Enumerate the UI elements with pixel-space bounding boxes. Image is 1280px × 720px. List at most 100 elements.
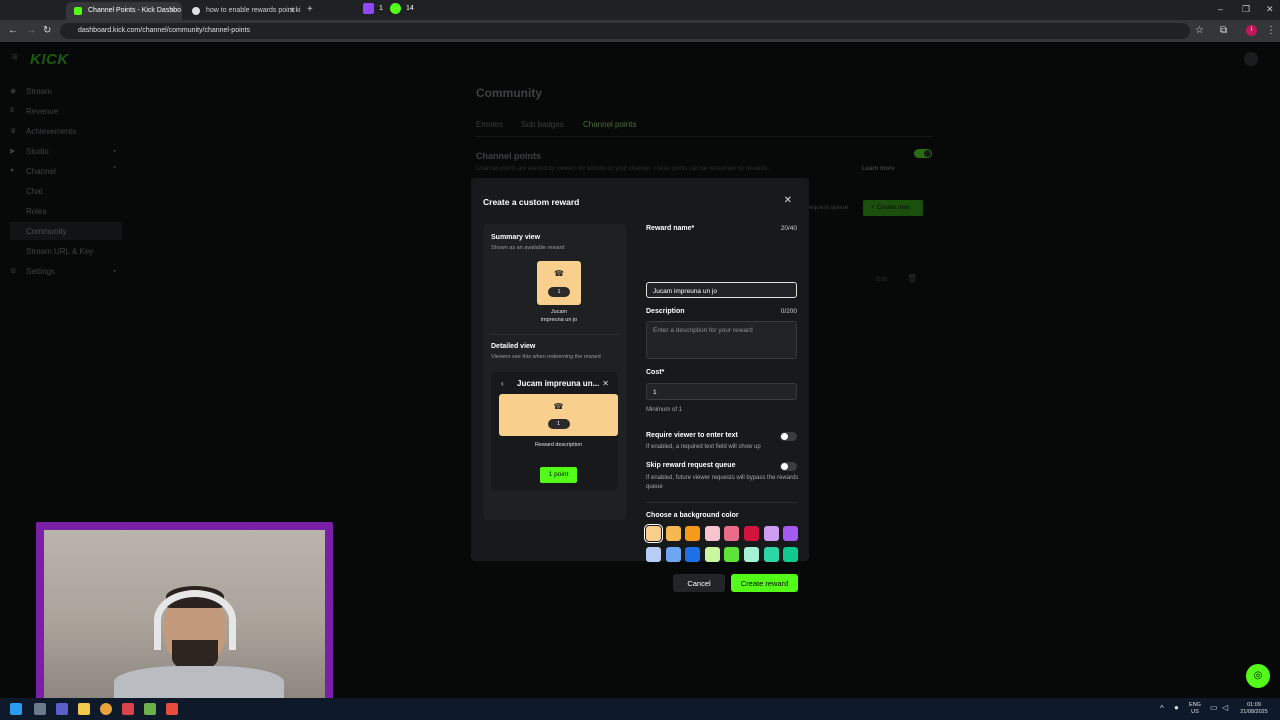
clock[interactable]: 01:09 21/08/2025 [1236, 702, 1272, 716]
kick-favicon-icon [74, 7, 82, 15]
color-swatch[interactable] [646, 547, 661, 562]
tab-channel-points[interactable]: Channel points [583, 120, 636, 129]
cost-input[interactable]: 1 [646, 383, 797, 400]
summary-view-title: Summary view [491, 234, 541, 241]
sidebar-item-studio[interactable]: ▶ Studio ⌄ [10, 142, 122, 160]
color-swatch[interactable] [644, 524, 663, 543]
detail-reward-tile: ☎ 1 [499, 394, 618, 436]
sidebar-item-achievements[interactable]: ♛ Achievements [10, 122, 122, 140]
close-icon[interactable]: ✕ [784, 195, 792, 206]
reload-icon[interactable]: ↻ [43, 25, 51, 36]
sidebar-item-chat[interactable]: Chat [10, 182, 122, 200]
sidebar-item-community[interactable]: Community [10, 222, 122, 240]
sidebar-item-roles[interactable]: Roles [10, 202, 122, 220]
channel-points-toggle[interactable] [914, 149, 932, 158]
color-swatch[interactable] [665, 526, 681, 541]
sidebar-item-stream[interactable]: ◉ Stream [10, 82, 122, 100]
search-icon[interactable] [34, 703, 46, 715]
color-swatch[interactable] [685, 547, 701, 562]
kick-extension-icon[interactable] [390, 3, 401, 14]
learn-more-link[interactable]: Learn more [862, 166, 895, 172]
tab-google-search[interactable]: how to enable rewards point ki ✕ [184, 2, 302, 20]
chevron-up-icon: ⌃ [111, 165, 118, 174]
chrome-icon[interactable] [100, 703, 112, 715]
color-swatch[interactable] [724, 547, 740, 562]
color-swatch[interactable] [704, 526, 720, 541]
app-icon[interactable] [122, 703, 134, 715]
url-field[interactable]: dashboard.kick.com/channel/community/cha… [60, 23, 1190, 39]
color-swatch[interactable] [783, 547, 799, 562]
tab-channel-points[interactable]: Channel Points - Kick Dashbo ✕ [66, 2, 182, 20]
trash-icon[interactable]: 🗑 [907, 274, 917, 283]
microphone-icon[interactable]: ● [1174, 703, 1179, 712]
create-reward-button[interactable]: Create reward [731, 574, 798, 592]
restore-window-icon[interactable]: ❐ [1242, 4, 1250, 15]
minimize-window-icon[interactable]: – [1218, 4, 1223, 14]
explorer-icon[interactable] [78, 703, 90, 715]
tab-title: Channel Points - Kick Dashbo [88, 7, 181, 14]
back-icon[interactable]: ← [8, 25, 18, 36]
hamburger-icon[interactable]: ≡ [12, 52, 18, 63]
color-swatch[interactable] [783, 526, 799, 541]
create-new-button[interactable]: + Create new [863, 200, 923, 216]
description-label: Description [646, 308, 685, 315]
sidebar-item-channel[interactable]: ● Channel ⌃ [10, 162, 122, 180]
chat-support-icon[interactable]: ◎ [1246, 664, 1270, 688]
teams-icon[interactable] [56, 703, 68, 715]
detail-reward-title: Jucam impreuna un... [517, 379, 600, 388]
new-tab-icon[interactable]: + [307, 4, 313, 15]
chevron-left-icon: ‹ [501, 379, 504, 388]
sidebar-item-stream-url-key[interactable]: Stream URL & Key [10, 242, 122, 260]
profile-avatar[interactable]: I [1246, 25, 1257, 36]
kick-count: 14 [406, 5, 414, 12]
user-icon: ● [10, 167, 15, 174]
summary-view-subtitle: Shown as an available reward [491, 245, 565, 251]
require-text-toggle[interactable] [780, 432, 797, 441]
gear-icon: ⚙ [10, 268, 17, 275]
language-indicator[interactable]: ENG US [1186, 702, 1204, 716]
page-title: Community [476, 86, 542, 100]
preview-panel: Summary view Shown as an available rewar… [483, 224, 626, 520]
app-icon[interactable] [166, 703, 178, 715]
close-tab-icon[interactable]: ✕ [289, 6, 296, 15]
color-swatch[interactable] [744, 526, 759, 541]
color-swatch[interactable] [704, 547, 720, 562]
color-swatch[interactable] [665, 547, 681, 562]
network-icon[interactable]: ▭ [1210, 703, 1218, 712]
kick-logo[interactable]: KICK [30, 51, 69, 68]
skip-queue-toggle[interactable] [780, 462, 797, 471]
extensions-icon[interactable]: ⧉ [1220, 25, 1227, 36]
toggle-knob [924, 150, 931, 157]
edit-button[interactable]: Edit [876, 276, 887, 283]
color-swatch[interactable] [744, 547, 759, 562]
cancel-button[interactable]: Cancel [673, 574, 725, 592]
gift-icon: ☎ [553, 402, 564, 411]
windows-start-icon[interactable] [10, 703, 22, 715]
close-tab-icon[interactable]: ✕ [169, 6, 176, 15]
forward-icon[interactable]: → [26, 25, 36, 36]
color-swatch[interactable] [763, 547, 779, 562]
color-swatch[interactable] [685, 526, 701, 541]
close-window-icon[interactable]: ✕ [1266, 4, 1274, 15]
bookmark-star-icon[interactable]: ☆ [1195, 25, 1204, 36]
tray-chevron-icon[interactable]: ^ [1160, 704, 1164, 713]
request-queue-button[interactable]: equest queue [809, 204, 848, 211]
tab-sub-badges[interactable]: Sub badges [521, 120, 564, 129]
dollar-icon: $ [10, 107, 14, 114]
detailed-view-title: Detailed view [491, 343, 536, 350]
twitch-extension-icon[interactable] [363, 3, 374, 14]
cost-label: Cost* [646, 369, 665, 376]
description-textarea[interactable]: Enter a description for your reward [646, 321, 797, 359]
app-icon[interactable] [144, 703, 156, 715]
address-bar-row: ← → ↻ dashboard.kick.com/channel/communi… [0, 20, 1280, 42]
color-swatch[interactable] [763, 526, 779, 541]
volume-icon[interactable]: ◁ [1222, 703, 1228, 712]
reward-name-input[interactable]: Jucam impreuna un jo [646, 282, 797, 298]
tab-emotes[interactable]: Emotes [476, 120, 503, 129]
trophy-icon: ♛ [10, 128, 17, 135]
color-swatch[interactable] [724, 526, 740, 541]
sidebar-item-revenue[interactable]: $ Revenue [10, 102, 122, 120]
sidebar-item-settings[interactable]: ⚙ Settings ⌄ [10, 262, 122, 280]
user-avatar[interactable] [1244, 52, 1258, 66]
menu-dots-icon[interactable]: ⋮ [1266, 25, 1276, 36]
